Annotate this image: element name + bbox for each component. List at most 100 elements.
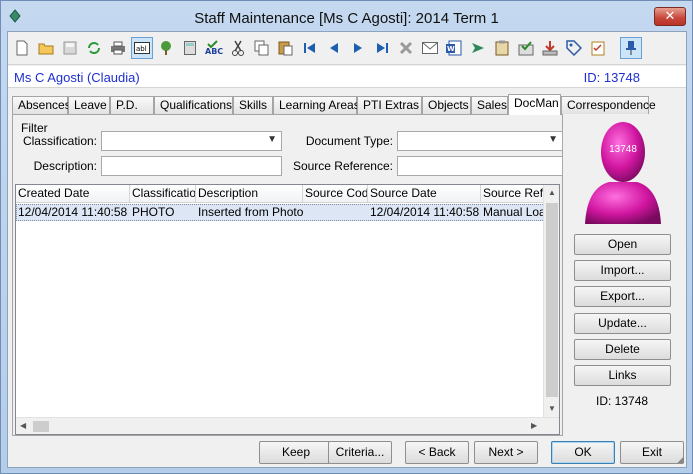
toolbar: abl ABC W [8,32,686,65]
chevron-down-icon: ▼ [548,134,558,145]
tag-icon[interactable] [563,37,585,59]
scroll-up-icon[interactable]: ▲ [548,188,556,197]
tab-correspondence[interactable]: Correspondence [561,96,656,114]
column-description[interactable]: Description [196,185,303,203]
tab-leave[interactable]: Leave [68,96,110,114]
column-source-reference[interactable]: Source Refer [481,185,547,203]
resize-grip-icon[interactable]: ◢ [677,454,684,465]
checklist-icon[interactable] [587,37,609,59]
chevron-down-icon: ▼ [267,134,277,145]
calculator-icon[interactable] [179,37,201,59]
delete-button[interactable]: Delete [574,339,671,360]
column-source-date[interactable]: Source Date [368,185,481,203]
pin-icon[interactable] [620,37,642,59]
scroll-down-icon[interactable]: ▼ [548,404,556,413]
close-button[interactable]: ✕ [654,7,686,26]
import-button[interactable]: Import... [574,260,671,281]
spellcheck-icon[interactable]: ABC [203,37,225,59]
horizontal-scrollbar[interactable]: ◀ ▶ [16,417,559,434]
horizontal-scroll-thumb[interactable] [33,421,49,432]
criteria-button[interactable]: Criteria... [328,441,392,464]
grid-header: Created Date Classification Description … [16,185,547,203]
cell-source-date: 12/04/2014 11:40:58 A [370,205,481,219]
cell-source-code [304,205,368,221]
delete-icon[interactable] [395,37,417,59]
next-button[interactable]: Next > [474,441,538,464]
client-area: abl ABC W Ms C Agosti (Claudia) ID: 1374… [7,31,687,468]
title-bar[interactable]: Staff Maintenance [Ms C Agosti]: 2014 Te… [1,1,692,31]
vertical-scroll-thumb[interactable] [546,203,558,397]
staff-header: Ms C Agosti (Claudia) ID: 13748 [8,66,686,88]
links-button[interactable]: Links [574,365,671,386]
column-classification[interactable]: Classification [130,185,196,203]
docman-panel: Filter Classification: ▼ Document Type: … [12,114,563,436]
tab-absences[interactable]: Absences [12,96,71,114]
keep-button[interactable]: Keep [259,441,333,464]
open-icon[interactable] [35,37,57,59]
exit-button[interactable]: Exit [620,441,684,464]
ok-button[interactable]: OK [551,441,615,464]
email-icon[interactable] [419,37,441,59]
cut-icon[interactable] [227,37,249,59]
svg-text:ABC: ABC [205,47,223,56]
scroll-left-icon[interactable]: ◀ [20,421,26,430]
paste-icon[interactable] [275,37,297,59]
last-record-icon[interactable] [371,37,393,59]
avatar-id: 13748 [609,144,637,155]
refresh-icon[interactable] [83,37,105,59]
tab-pd[interactable]: P.D. [110,96,154,114]
column-created-date[interactable]: Created Date [16,185,130,203]
description-label: Description: [33,159,97,173]
cell-description: Inserted from Photos [198,205,303,219]
classification-label: Classification: [22,134,97,148]
cell-source-reference: Manual Load [483,205,546,219]
copy-icon[interactable] [251,37,273,59]
update-button[interactable]: Update... [574,313,671,334]
staff-maintenance-window: Staff Maintenance [Ms C Agosti]: 2014 Te… [0,0,693,474]
side-id-label: ID: 13748 [596,394,649,408]
tab-docman[interactable]: DocMan [508,94,561,115]
tab-learning-areas[interactable]: Learning Areas [273,96,360,114]
export-button[interactable]: Export... [574,286,671,307]
scroll-right-icon[interactable]: ▶ [531,421,537,430]
word-icon[interactable]: W [443,37,465,59]
next-record-icon[interactable] [347,37,369,59]
staff-id: ID: 13748 [583,70,640,85]
svg-text:W: W [447,45,455,53]
filter-legend: Filter [21,121,48,135]
first-record-icon[interactable] [299,37,321,59]
staff-name: Ms C Agosti (Claudia) [14,70,140,85]
table-row[interactable]: 12/04/2014 11:40:58 A PHOTO Inserted fro… [16,204,547,221]
column-source-code[interactable]: Source Code [303,185,368,203]
new-icon[interactable] [11,37,33,59]
window-title: Staff Maintenance [Ms C Agosti]: 2014 Te… [194,10,499,27]
open-button[interactable]: Open [574,234,671,255]
tab-skills[interactable]: Skills [233,96,273,114]
text-field-icon[interactable]: abl [131,37,153,59]
documents-grid[interactable]: Created Date Classification Description … [15,184,560,435]
tab-objects[interactable]: Objects [422,96,471,114]
clipboard-icon[interactable] [491,37,513,59]
avatar: 13748 [585,122,661,224]
approve-icon[interactable] [515,37,537,59]
send-icon[interactable] [467,37,489,59]
tree-icon[interactable] [155,37,177,59]
classification-combo[interactable]: ▼ [101,131,282,151]
document-type-combo[interactable]: ▼ [397,131,563,151]
document-type-label: Document Type: [305,134,393,148]
save-icon[interactable] [59,37,81,59]
tab-pti-extras[interactable]: PTI Extras [357,96,422,114]
source-reference-input[interactable] [397,156,563,176]
svg-text:abl: abl [136,45,147,53]
tab-sales[interactable]: Sales [471,96,508,114]
vertical-scrollbar[interactable]: ▲ ▼ [543,185,559,417]
download-icon[interactable] [539,37,561,59]
back-button[interactable]: < Back [405,441,469,464]
cell-created-date: 12/04/2014 11:40:58 A [18,205,130,219]
description-input[interactable] [101,156,282,176]
source-reference-label: Source Reference: [292,159,393,173]
tab-qualifications[interactable]: Qualifications [154,96,233,114]
previous-record-icon[interactable] [323,37,345,59]
filter-group: Filter Classification: ▼ Document Type: … [17,121,563,179]
print-icon[interactable] [107,37,129,59]
